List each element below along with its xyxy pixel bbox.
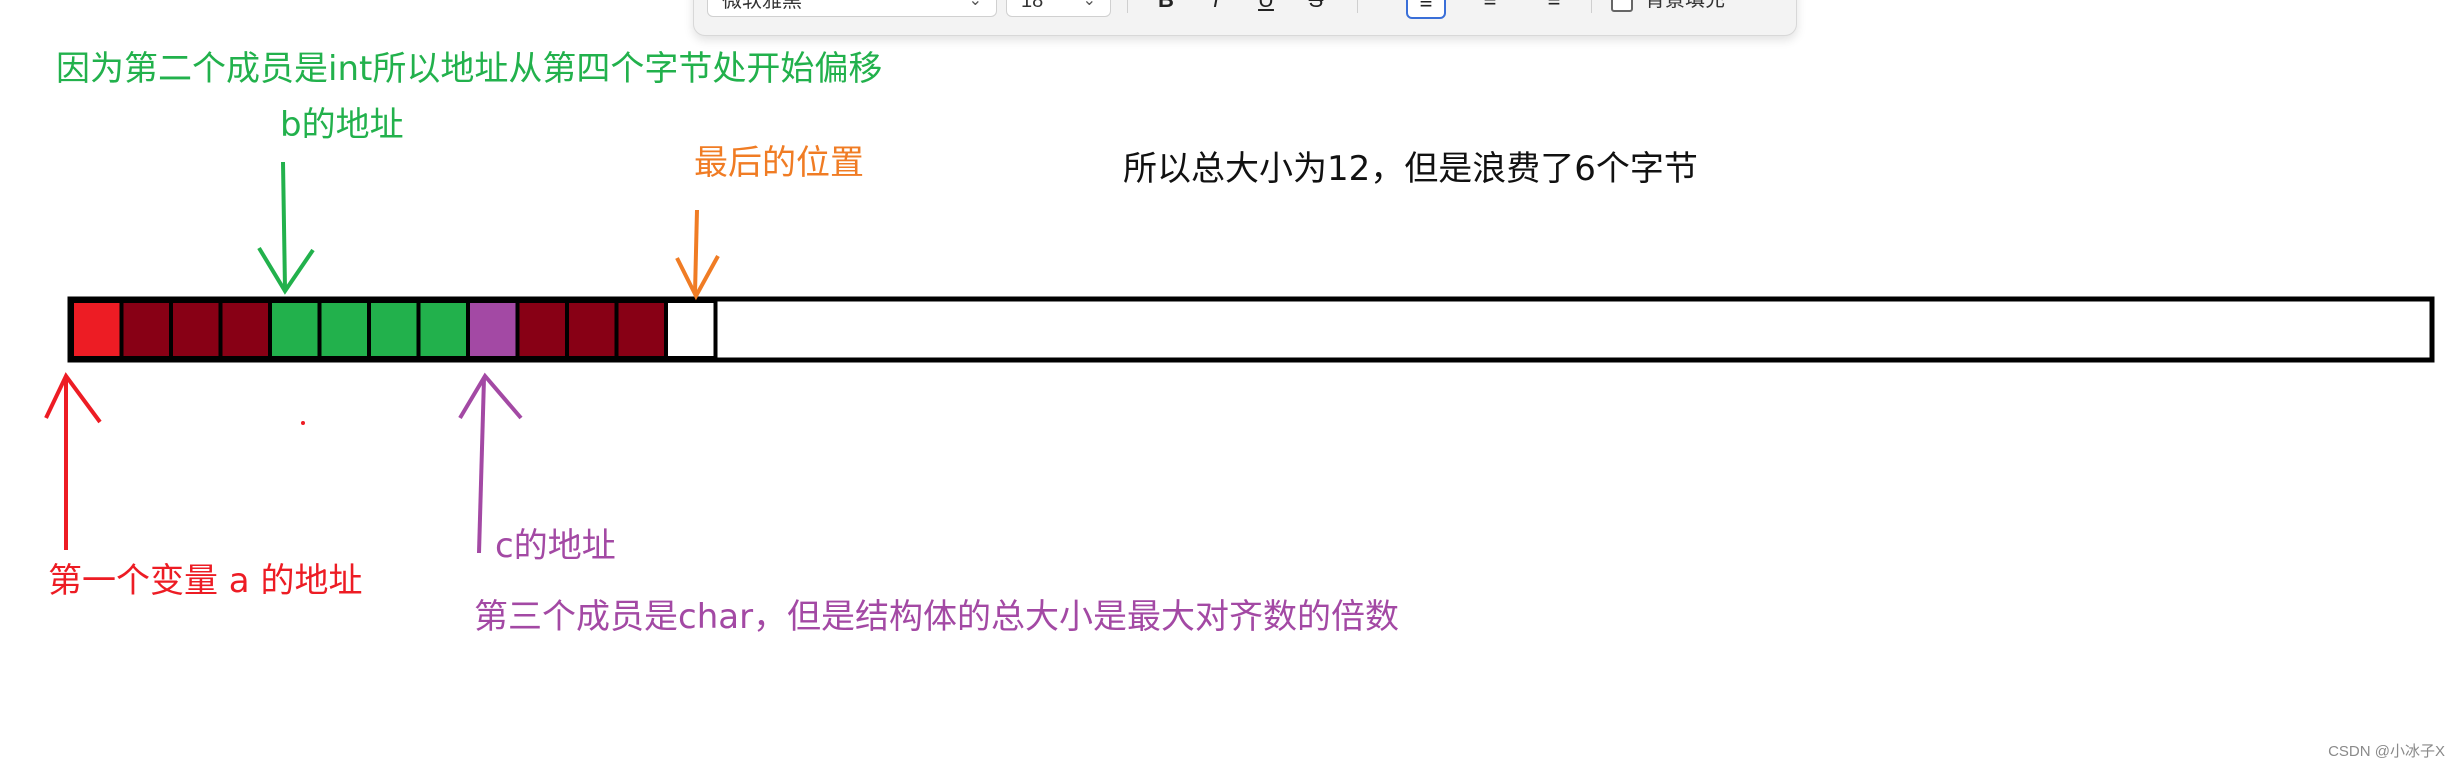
memory-cell-padding [169, 299, 223, 360]
background-fill-label: 背景填充 [1645, 0, 1725, 11]
memory-cell-next [664, 299, 718, 360]
memory-cell-padding [218, 299, 272, 360]
watermark: CSDN @小冰子X [2328, 743, 2445, 760]
chevron-down-icon: ⌄ [1082, 0, 1096, 9]
align-left-button[interactable]: ≡ [1406, 0, 1446, 19]
a-address-arrow [44, 372, 102, 550]
b-address-arrow [257, 161, 315, 295]
last-position-label: 最后的位置 [694, 143, 864, 183]
first-var-address-label: 第一个变量 a 的地址 [48, 561, 363, 601]
memory-cell-b [268, 299, 322, 360]
memory-cells [70, 299, 718, 360]
strikethrough-button[interactable]: S [1296, 0, 1336, 19]
chevron-down-icon: ⌄ [968, 0, 982, 9]
toolbar-divider [1591, 0, 1592, 13]
memory-cell-c [466, 299, 520, 360]
memory-cell-b [416, 299, 470, 360]
toolbar-divider [1127, 0, 1128, 13]
memory-cell-a [70, 299, 124, 360]
background-fill-checkbox[interactable] [1611, 0, 1633, 12]
memory-cell-padding [119, 299, 173, 360]
c-address-label: c的地址 [495, 526, 616, 566]
b-address-label: b的地址 [280, 105, 404, 145]
memory-cell-b [367, 299, 421, 360]
stray-dot [301, 421, 305, 425]
font-family-select[interactable]: 微软雅黑 ⌄ [707, 0, 997, 17]
italic-button[interactable]: I [1196, 0, 1236, 19]
memory-cell-b [317, 299, 371, 360]
font-size-select[interactable]: 18 ⌄ [1006, 0, 1111, 17]
font-family-value: 微软雅黑 [722, 0, 802, 12]
memory-cell-padding [515, 299, 569, 360]
memory-cell-padding [565, 299, 619, 360]
total-size-note: 所以总大小为12，但是浪费了6个字节 [1123, 149, 1698, 189]
text-format-toolbar: 微软雅黑 ⌄ 18 ⌄ B I U S ≡ ≡ ≡ 背景填充 [693, 0, 1797, 36]
underline-button[interactable]: U [1246, 0, 1286, 19]
align-right-button[interactable]: ≡ [1534, 0, 1574, 19]
toolbar-divider [1357, 0, 1358, 13]
third-member-note: 第三个成员是char，但是结构体的总大小是最大对齐数的倍数 [474, 597, 1400, 637]
memory-cell-padding [614, 299, 668, 360]
last-position-arrow [675, 209, 720, 301]
second-member-note: 因为第二个成员是int所以地址从第四个字节处开始偏移 [56, 49, 883, 89]
align-center-button[interactable]: ≡ [1470, 0, 1510, 19]
font-size-value: 18 [1021, 0, 1044, 12]
bold-button[interactable]: B [1146, 0, 1186, 19]
